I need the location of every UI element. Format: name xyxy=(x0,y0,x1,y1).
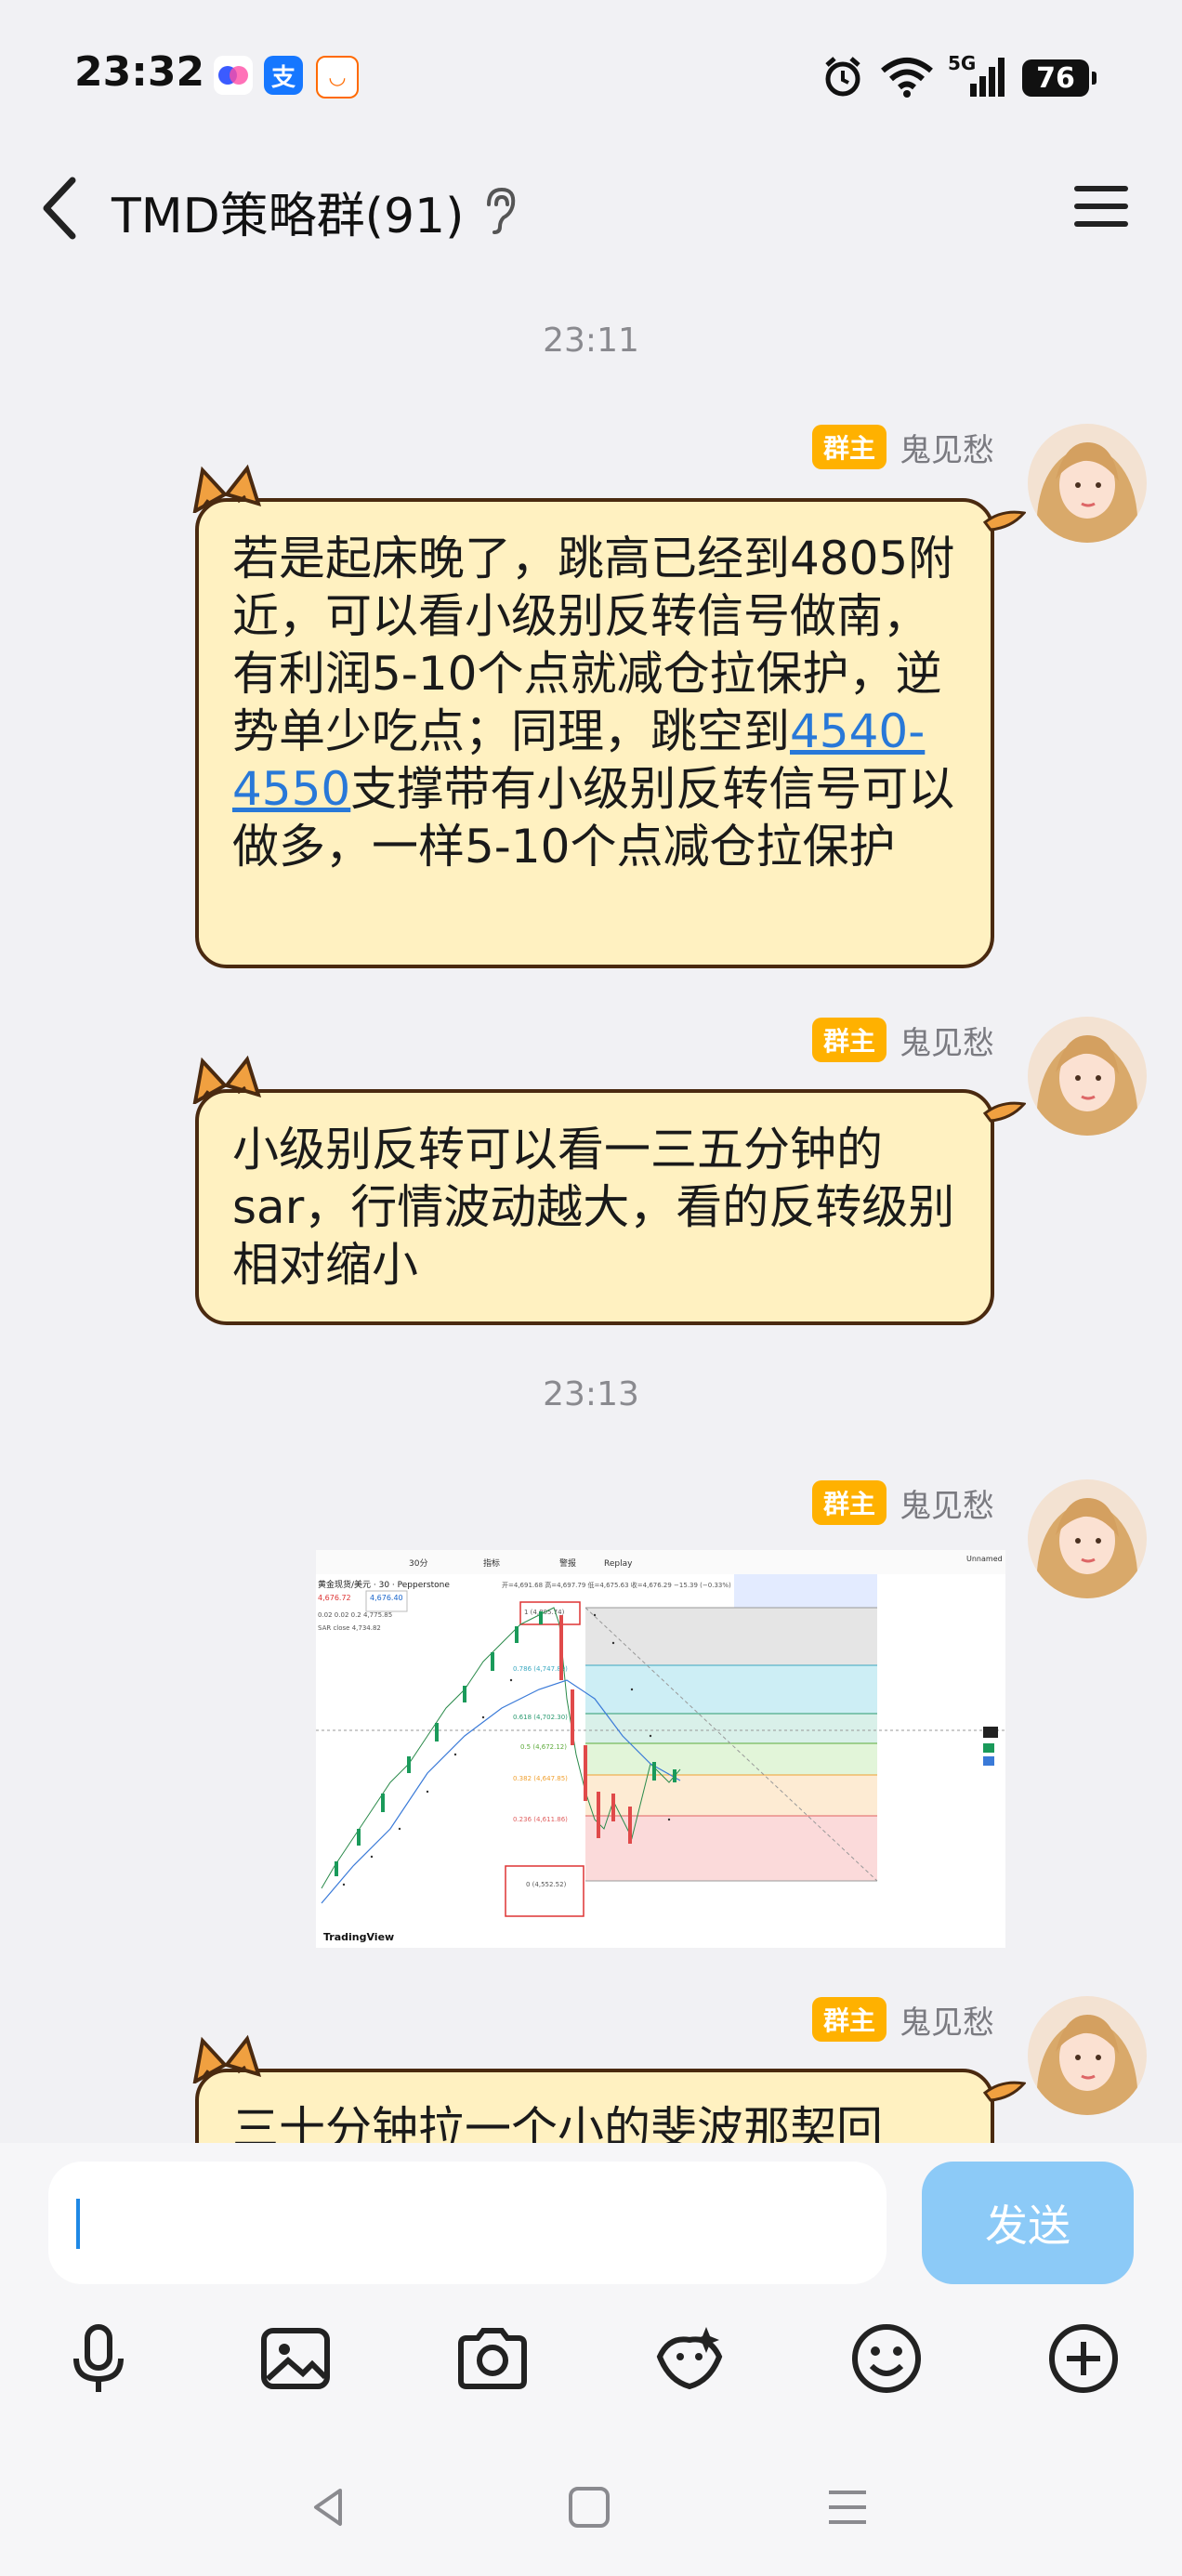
sender-row: 群主 鬼见愁 xyxy=(811,1996,994,2043)
emoji-icon[interactable] xyxy=(847,2320,926,2398)
cat-ears-decoration xyxy=(192,1055,262,1104)
microphone-icon[interactable] xyxy=(59,2320,138,2398)
sender-row: 群主 鬼见愁 xyxy=(811,424,994,470)
chart-price-box: 4,676.40 xyxy=(370,1594,403,1602)
message-bubble[interactable]: 小级别反转可以看一三五分钟的sar，行情波动越大，看的反转级别相对缩小 xyxy=(192,1055,1026,1325)
status-bar: 23:32 支 ◡ 5G 76 xyxy=(0,0,1182,149)
sender-avatar[interactable] xyxy=(1028,424,1147,543)
chart-layout-name: Unnamed xyxy=(966,1555,1003,1563)
text-caret xyxy=(76,2199,80,2249)
menu-icon[interactable] xyxy=(1069,178,1134,234)
tradingview-watermark: TradingView xyxy=(323,1931,394,1943)
sender-avatar[interactable] xyxy=(1028,1017,1147,1136)
app-notification-icon xyxy=(214,56,253,95)
redpacket-icon[interactable] xyxy=(650,2320,729,2398)
owner-badge: 群主 xyxy=(811,1018,886,1062)
plus-icon[interactable] xyxy=(1044,2320,1123,2398)
chart-symbol: 黄金现货/美元 · 30 · Pepperstone xyxy=(318,1579,450,1590)
chart-toolbar-interval: 30分 xyxy=(409,1558,427,1569)
app-notification-icon-2: ◡ xyxy=(316,56,359,99)
chart-toolbar-indicators: 指标 xyxy=(483,1557,500,1569)
chart-price-left: 4,676.72 xyxy=(318,1594,351,1602)
alipay-icon: 支 xyxy=(264,56,303,95)
sender-avatar[interactable] xyxy=(1028,1996,1147,2115)
fib-level-05: 0.5 (4,672.12) xyxy=(520,1743,567,1751)
message-text: 小级别反转可以看一三五分钟的sar，行情波动越大，看的反转级别相对缩小 xyxy=(232,1123,955,1292)
nav-recents-icon[interactable] xyxy=(821,2481,873,2533)
fib-level-0618: 0.618 (4,702.30) xyxy=(513,1714,568,1721)
fib-level-0: 0 (4,552.52) xyxy=(526,1881,567,1888)
chart-indicator-line-1: 0.02 0.02 0.2 4,775.85 xyxy=(318,1611,392,1619)
chart-toolbar-alerts: 警报 xyxy=(559,1557,576,1569)
cat-ears-decoration xyxy=(192,464,262,513)
signal-icon xyxy=(970,58,1005,97)
wifi-icon xyxy=(881,58,933,98)
chat-header: TMD策略群(91) xyxy=(0,149,1182,269)
camera-icon[interactable] xyxy=(453,2320,532,2398)
message-bubble[interactable]: 若是起床晚了，跳高已经到4805附近，可以看小级别反转信号做南，有利润5-10个… xyxy=(192,464,1026,968)
nav-home-icon[interactable] xyxy=(563,2481,615,2533)
message-input[interactable] xyxy=(48,2162,886,2284)
sender-name[interactable]: 鬼见愁 xyxy=(900,1997,994,2043)
owner-badge: 群主 xyxy=(811,1997,886,2042)
composer-panel: 发送 xyxy=(0,2143,1182,2576)
cat-tail-decoration xyxy=(983,510,1026,532)
status-time: 23:32 xyxy=(74,48,205,96)
chart-toolbar-replay: Replay xyxy=(604,1559,633,1569)
battery-icon: 76 xyxy=(1022,59,1097,97)
chart-indicator-line-2: SAR close 4,734.82 xyxy=(318,1624,381,1632)
owner-badge: 群主 xyxy=(811,425,886,469)
chart-image-message[interactable]: 30分 指标 警报 Replay Unnamed 黄金现货/美元 · 30 · … xyxy=(316,1550,1005,1948)
chart-ohlc-readout: 开=4,691.68 高=4,697.79 低=4,675.63 收=4,676… xyxy=(502,1581,731,1589)
sender-row: 群主 鬼见愁 xyxy=(811,1017,994,1063)
fib-level-0236: 0.236 (4,611.86) xyxy=(513,1816,568,1823)
message-timestamp: 23:13 xyxy=(543,1375,639,1413)
fib-level-0382: 0.382 (4,647.85) xyxy=(513,1775,568,1782)
nav-back-icon[interactable] xyxy=(303,2481,355,2533)
sender-name[interactable]: 鬼见愁 xyxy=(900,1480,994,1526)
sender-name[interactable]: 鬼见愁 xyxy=(900,1018,994,1063)
owner-badge: 群主 xyxy=(811,1480,886,1525)
image-icon[interactable] xyxy=(256,2320,335,2398)
sender-avatar[interactable] xyxy=(1028,1479,1147,1598)
cat-tail-decoration xyxy=(983,1101,1026,1123)
send-button[interactable]: 发送 xyxy=(922,2162,1134,2284)
earpiece-mode-icon[interactable] xyxy=(481,186,519,236)
alarm-icon xyxy=(825,57,860,97)
cat-tail-decoration xyxy=(983,2081,1026,2102)
message-timestamp: 23:11 xyxy=(543,322,639,360)
sender-name[interactable]: 鬼见愁 xyxy=(900,425,994,470)
cat-ears-decoration xyxy=(192,2034,262,2083)
back-icon[interactable] xyxy=(37,171,84,245)
sender-row: 群主 鬼见愁 xyxy=(811,1479,994,1526)
group-title[interactable]: TMD策略群(91) xyxy=(112,177,464,246)
